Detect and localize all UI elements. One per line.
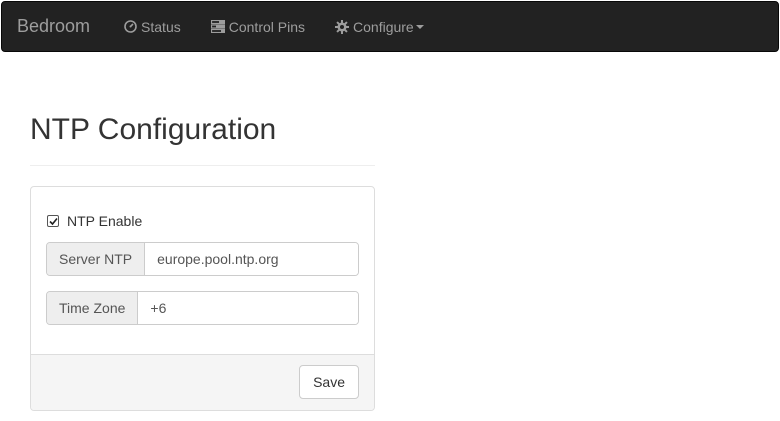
nav-item-control-pins-label: Control Pins: [228, 18, 306, 35]
navbar: Bedroom Status Control Pins Configure: [1, 1, 779, 52]
chevron-down-icon: [415, 24, 424, 29]
nav-item-status[interactable]: Status: [123, 19, 181, 35]
panel-footer: Save: [31, 354, 374, 410]
page: Bedroom Status Control Pins Configure NT…: [0, 0, 780, 421]
nav-item-configure[interactable]: Configure: [335, 19, 424, 35]
tasks-icon: [210, 20, 225, 34]
nav-item-control-pins[interactable]: Control Pins: [210, 18, 306, 35]
time-zone-input[interactable]: [138, 292, 358, 324]
server-ntp-label: Server NTP: [47, 243, 146, 275]
title-divider: [30, 165, 375, 166]
dashboard-icon: [123, 20, 137, 34]
navbar-brand[interactable]: Bedroom: [17, 16, 90, 37]
time-zone-label: Time Zone: [47, 292, 139, 324]
ntp-enable-label: NTP Enable: [67, 213, 143, 229]
ntp-enable-checkbox[interactable]: [47, 215, 59, 227]
nav-item-configure-label: Configure: [353, 18, 414, 35]
cog-icon: [335, 19, 350, 34]
ntp-config-panel: NTP Enable Server NTP Time Zone Save: [30, 186, 375, 411]
check-icon: [48, 217, 58, 225]
save-button[interactable]: Save: [299, 365, 359, 399]
server-ntp-input[interactable]: [145, 243, 358, 275]
server-ntp-group: Server NTP: [46, 242, 359, 276]
time-zone-group: Time Zone: [46, 291, 359, 325]
nav-item-status-label: Status: [141, 18, 181, 35]
ntp-enable-row: NTP Enable: [47, 213, 142, 229]
page-title: NTP Configuration: [30, 113, 277, 146]
